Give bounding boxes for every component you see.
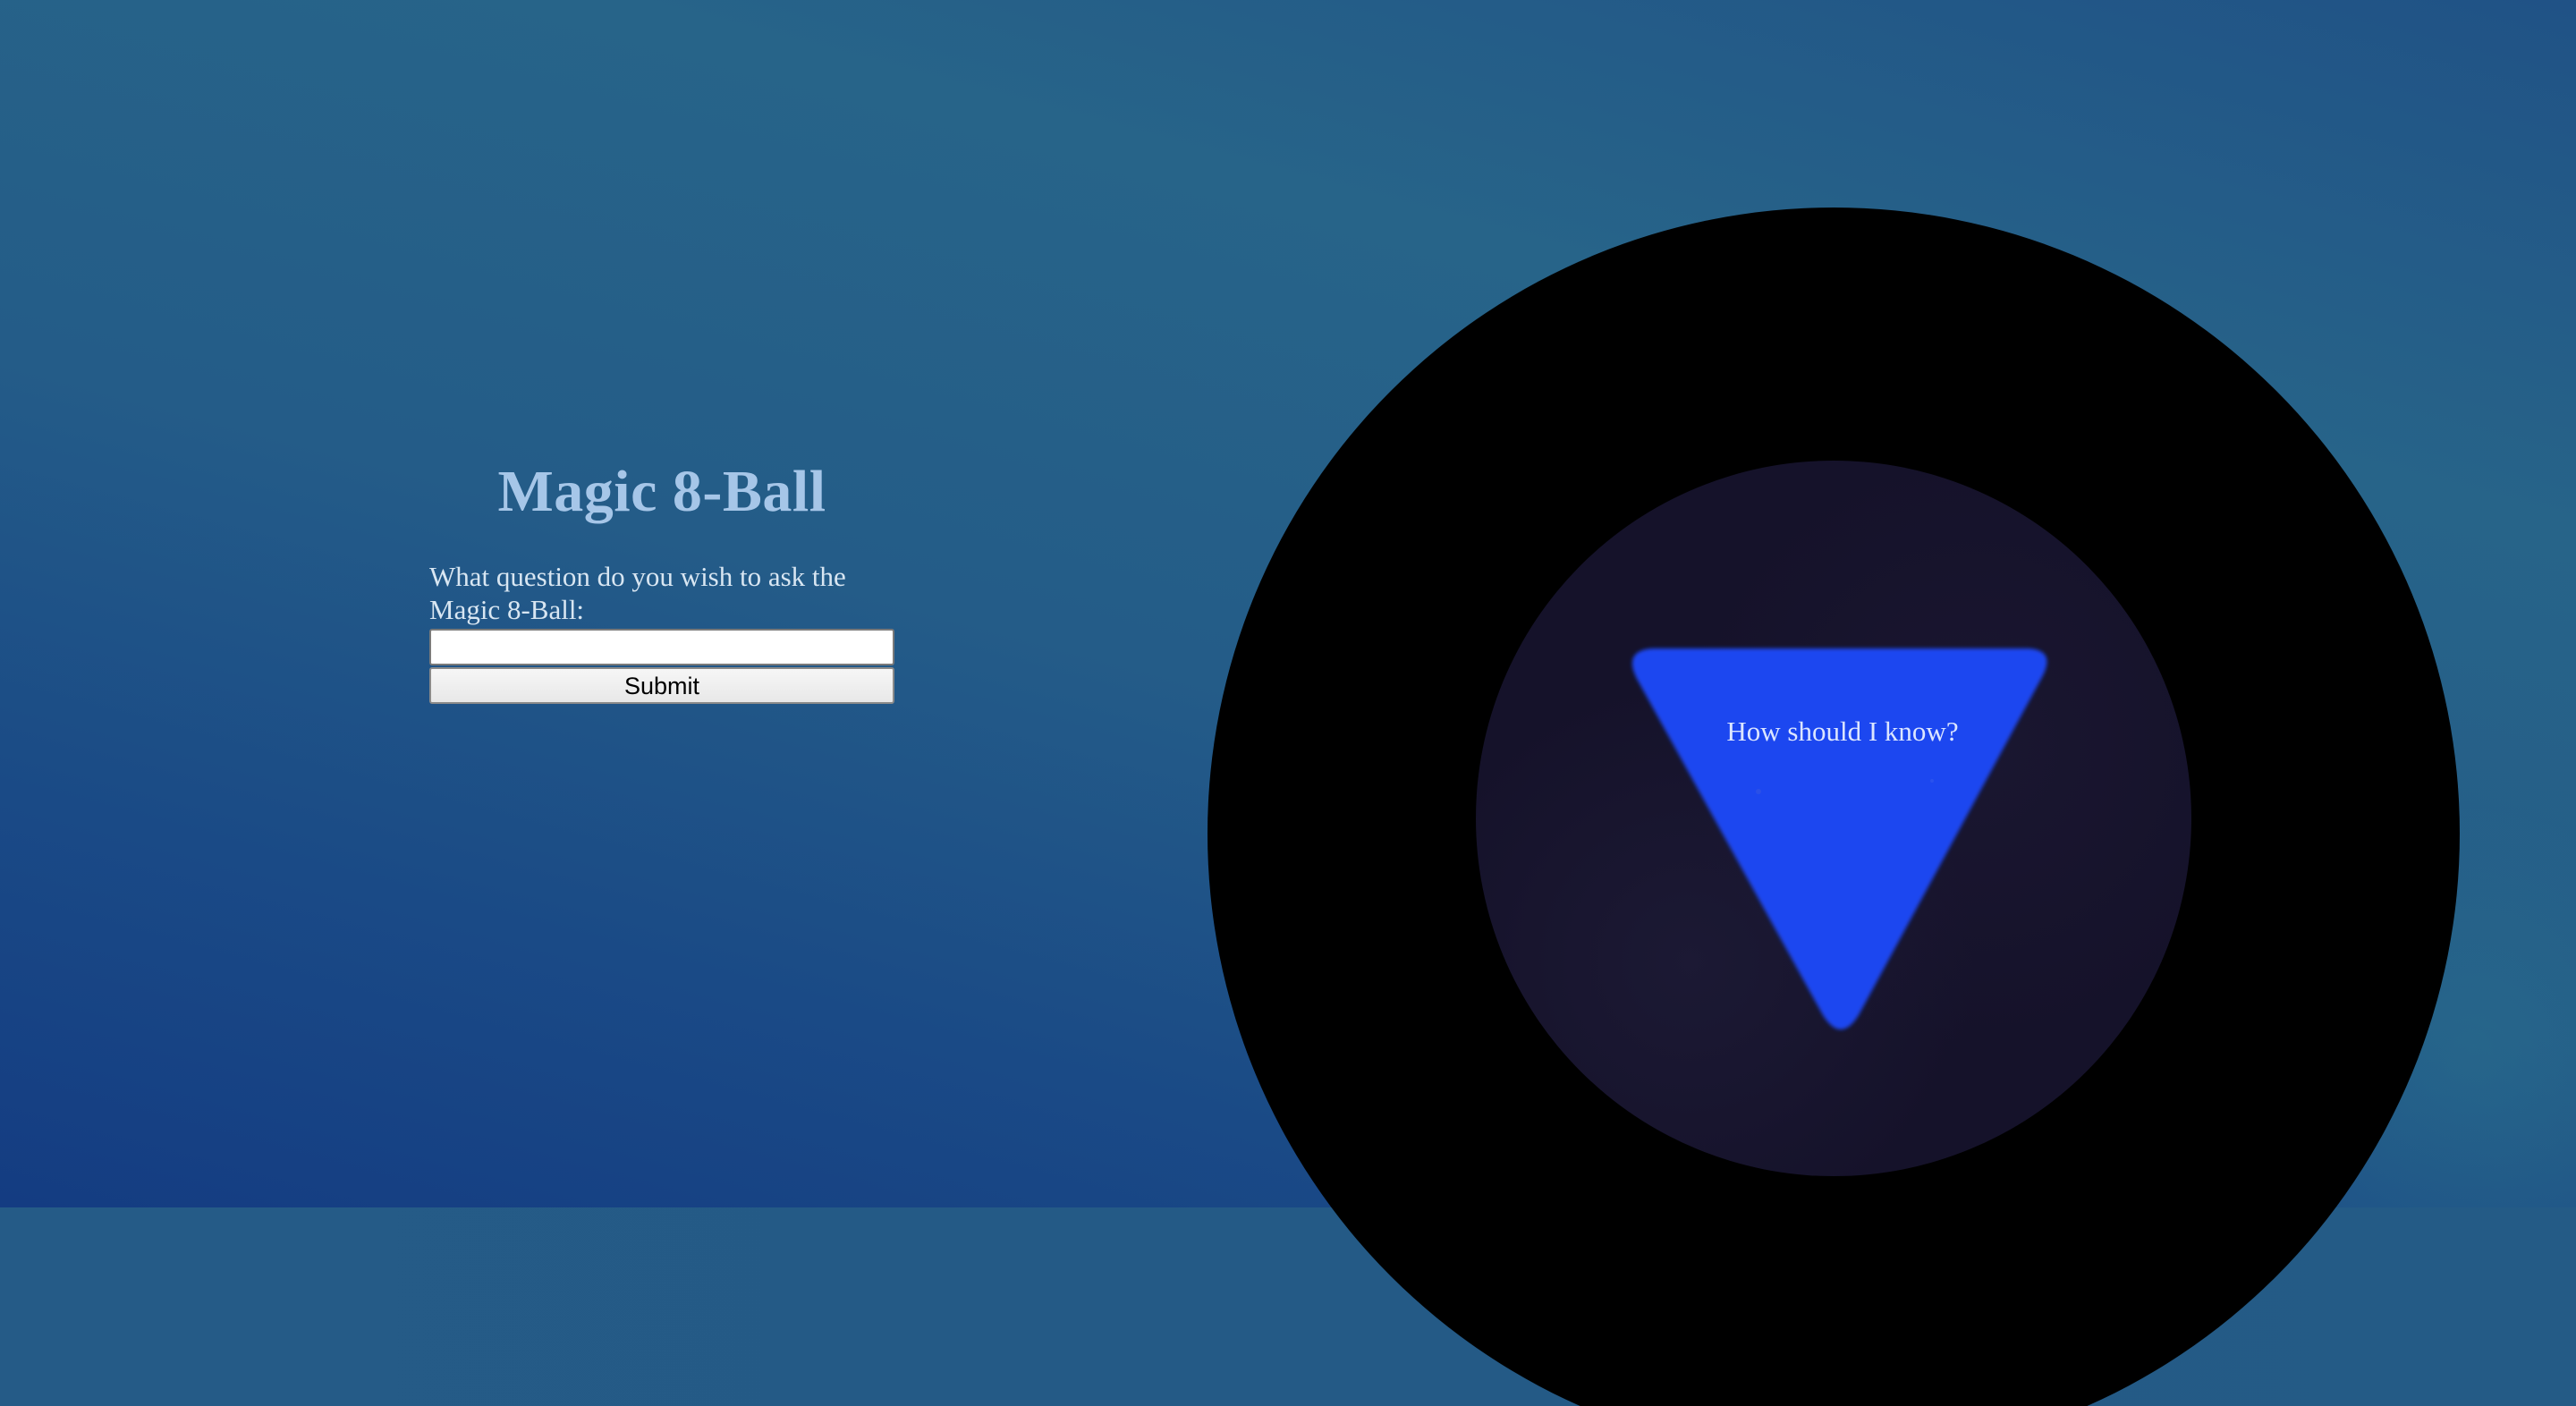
- magic-8-ball: How should I know?: [1208, 208, 2460, 1406]
- ball-window: How should I know?: [1476, 461, 2191, 1176]
- page-title: Magic 8-Ball: [497, 459, 826, 524]
- question-input[interactable]: [429, 629, 894, 665]
- submit-button[interactable]: Submit: [429, 667, 894, 704]
- question-label: What question do you wish to ask the Mag…: [429, 561, 846, 625]
- question-form-panel: Magic 8-Ball What question do you wish t…: [429, 447, 894, 704]
- answer-text: How should I know?: [1726, 716, 1959, 747]
- answer-triangle: [1631, 648, 2047, 1029]
